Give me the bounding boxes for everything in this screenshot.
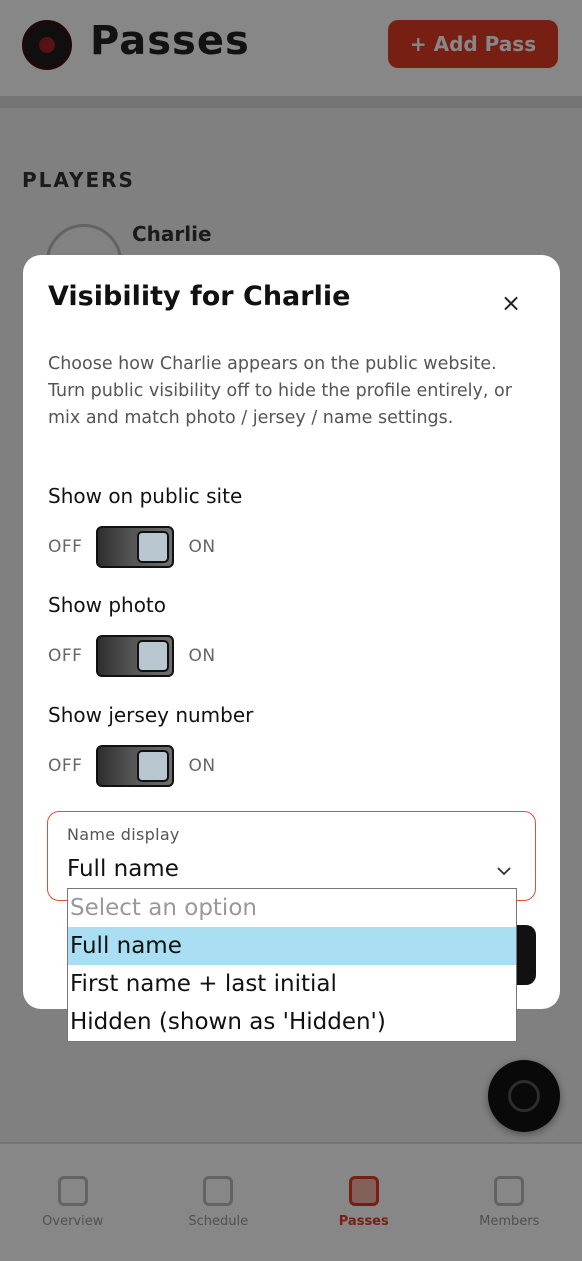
name-display-label: Name display	[67, 825, 180, 844]
toggle-row-public-site: OFF ON	[48, 526, 216, 568]
toggle-label-jersey: Show jersey number	[48, 703, 254, 727]
toggle-row-photo: OFF ON	[48, 635, 216, 677]
modal-description: Choose how Charlie appears on the public…	[48, 354, 512, 428]
option-first-name-last-initial[interactable]: First name + last initial	[68, 965, 516, 1003]
toggle-off-label: OFF	[48, 646, 83, 666]
chevron-down-icon	[497, 867, 511, 876]
option-full-name[interactable]: Full name	[68, 927, 516, 965]
photo-toggle[interactable]	[96, 635, 175, 677]
name-display-options: Select an option Full name First name + …	[67, 888, 517, 1042]
toggle-knob	[137, 750, 170, 782]
toggle-label-public-site: Show on public site	[48, 484, 243, 508]
toggle-label-photo: Show photo	[48, 593, 167, 617]
option-placeholder[interactable]: Select an option	[68, 889, 516, 927]
name-display-value: Full name	[67, 856, 179, 882]
toggle-on-label: ON	[188, 756, 216, 776]
close-button[interactable]: ×	[496, 288, 526, 318]
toggle-row-jersey: OFF ON	[48, 745, 216, 787]
modal-title: Visibility for Charlie	[48, 281, 351, 312]
toggle-off-label: OFF	[48, 756, 83, 776]
public-site-toggle[interactable]	[96, 526, 175, 568]
toggle-knob	[137, 640, 170, 672]
toggle-off-label: OFF	[48, 537, 83, 557]
toggle-on-label: ON	[188, 646, 216, 666]
close-icon: ×	[500, 289, 522, 317]
option-hidden[interactable]: Hidden (shown as 'Hidden')	[68, 1003, 516, 1041]
jersey-number-toggle[interactable]	[96, 745, 175, 787]
toggle-on-label: ON	[188, 537, 216, 557]
toggle-knob	[137, 531, 170, 563]
